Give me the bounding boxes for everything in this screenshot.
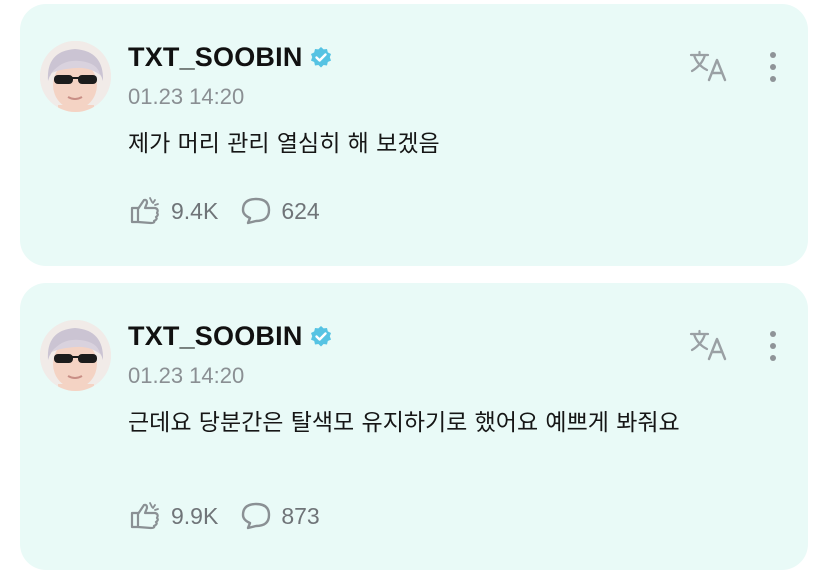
more-vertical-icon	[770, 331, 776, 361]
post-text: 제가 머리 관리 열심히 해 보겠음	[128, 131, 440, 157]
post-timestamp: 01.23 14:20	[128, 363, 245, 388]
post-card: TXT_SOOBIN 01.23 14:20 제가 머리 관리 열심히 해 보겠…	[20, 4, 808, 266]
translate-button[interactable]	[688, 328, 728, 362]
comment-bubble-icon	[242, 197, 271, 225]
translate-icon	[689, 50, 727, 82]
like-hand-icon	[130, 502, 159, 530]
verified-badge-icon	[310, 46, 331, 67]
translate-button[interactable]	[688, 49, 728, 83]
more-options-button[interactable]	[758, 49, 788, 89]
translate-icon	[689, 329, 727, 361]
author-name[interactable]: TXT_SOOBIN	[128, 321, 303, 352]
comment-button[interactable]: 873	[240, 501, 320, 531]
comment-button[interactable]: 624	[240, 196, 320, 226]
like-button[interactable]: 9.9K	[128, 501, 218, 531]
comment-bubble-icon	[242, 502, 271, 530]
post-card: TXT_SOOBIN 01.23 14:20 근데요 당분간은 탈색모 유지하기…	[20, 283, 808, 570]
like-count: 9.9K	[171, 502, 219, 529]
author-name[interactable]: TXT_SOOBIN	[128, 42, 303, 73]
comment-count: 873	[281, 502, 320, 529]
like-hand-icon	[130, 197, 159, 225]
post-text: 근데요 당분간은 탈색모 유지하기로 했어요 예쁘게 봐줘요	[128, 410, 680, 436]
like-count: 9.4K	[171, 197, 219, 224]
more-options-button[interactable]	[758, 328, 788, 368]
comment-count: 624	[281, 197, 320, 224]
like-button[interactable]: 9.4K	[128, 196, 218, 226]
post-actions: 9.4K 624	[128, 196, 342, 226]
avatar[interactable]	[40, 320, 111, 391]
more-vertical-icon	[770, 52, 776, 82]
verified-badge-icon	[310, 325, 331, 346]
post-timestamp: 01.23 14:20	[128, 84, 245, 109]
post-actions: 9.9K 873	[128, 501, 342, 531]
avatar[interactable]	[40, 41, 111, 112]
